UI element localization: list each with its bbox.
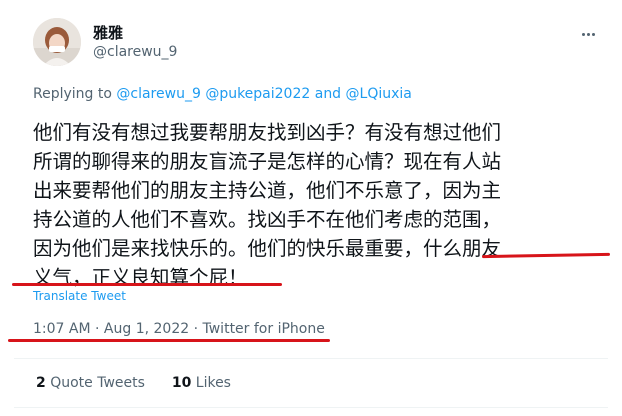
avatar[interactable]	[33, 18, 81, 66]
mention-link[interactable]: @LQiuxia	[346, 86, 412, 102]
mention-link[interactable]: @pukepai2022	[205, 86, 310, 102]
likes-stat[interactable]: 10 Likes	[172, 375, 231, 391]
tweet-text: 他们有没有想过我要帮朋友找到凶手？有没有想过他们 所谓的聊得来的朋友盲流子是怎样…	[33, 121, 502, 289]
tweet-source[interactable]: Twitter for iPhone	[203, 321, 325, 337]
engagement-stats: 2 Quote Tweets 10 Likes	[36, 375, 231, 391]
tweet-date[interactable]: Aug 1, 2022	[104, 321, 189, 337]
meta-separator: ·	[95, 321, 100, 337]
likes-label: Likes	[195, 375, 231, 391]
more-dot	[591, 32, 595, 36]
divider	[14, 407, 608, 408]
replying-to-label: Replying to	[33, 86, 112, 102]
mention-link[interactable]: @clarewu_9	[116, 86, 200, 102]
replying-to-line: Replying to @clarewu_9 @pukepai2022 and …	[33, 86, 412, 102]
tweet-time[interactable]: 1:07 AM	[33, 321, 91, 337]
author-name[interactable]: 雅雅	[93, 22, 123, 43]
annotation-underline	[12, 283, 282, 286]
more-horizontal-icon[interactable]	[578, 24, 598, 44]
quote-count: 2	[36, 375, 46, 391]
tweet-metadata: 1:07 AM · Aug 1, 2022 · Twitter for iPho…	[33, 321, 325, 337]
annotation-underline	[8, 339, 330, 342]
quote-label: Quote Tweets	[50, 375, 145, 391]
quote-tweets-stat[interactable]: 2 Quote Tweets	[36, 375, 145, 391]
author-handle[interactable]: @clarewu_9	[93, 44, 177, 60]
more-dot	[581, 32, 585, 36]
likes-count: 10	[171, 375, 192, 391]
more-dot	[586, 32, 590, 36]
divider	[14, 358, 608, 359]
mention-and: and	[314, 86, 342, 102]
translate-tweet-link[interactable]: Translate Tweet	[33, 289, 126, 303]
meta-separator: ·	[193, 321, 199, 337]
